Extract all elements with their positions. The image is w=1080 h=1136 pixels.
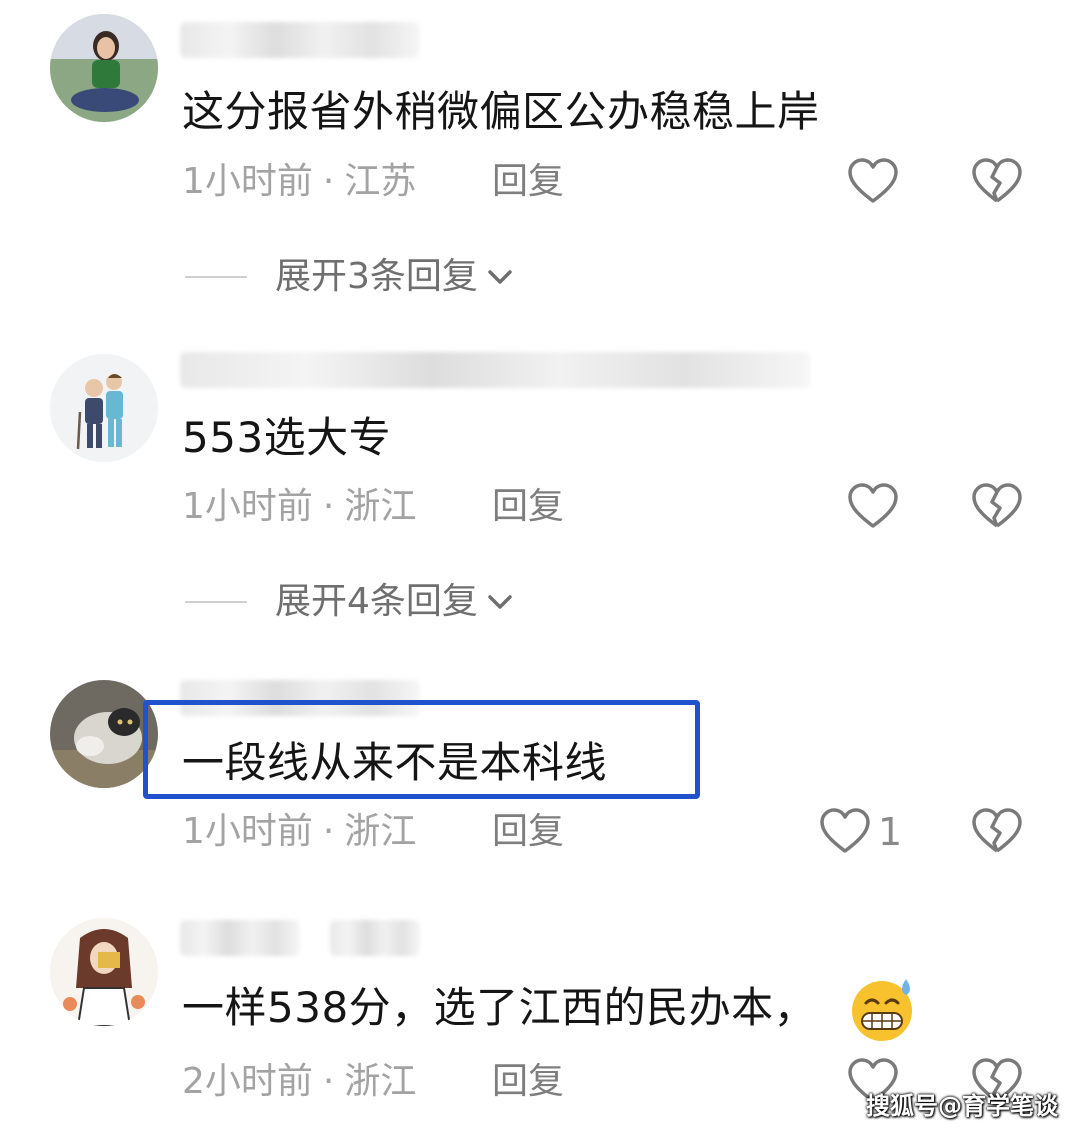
comment-location: 浙江 [344, 486, 417, 527]
avatar-image [50, 354, 158, 462]
comment-time: 1小时前 [182, 486, 313, 527]
broken-heart-icon[interactable] [970, 155, 1024, 209]
comment-location: 浙江 [344, 1061, 417, 1102]
expand-replies-label: 展开3条回复 [275, 256, 478, 297]
reply-button[interactable]: 回复 [492, 810, 564, 854]
heart-outline-icon[interactable] [846, 480, 900, 534]
avatar-image [50, 14, 158, 122]
comment-time: 2小时前 [182, 1061, 313, 1102]
expand-replies-label: 展开4条回复 [275, 581, 478, 622]
meta-separator: · [322, 1061, 335, 1102]
grimacing-sweat-emoji [852, 979, 912, 1041]
comment-location: 浙江 [344, 811, 417, 852]
comment-location: 江苏 [344, 161, 417, 202]
reply-button[interactable]: 回复 [492, 485, 564, 529]
avatar[interactable] [50, 680, 158, 788]
watermark: 搜狐号@育学笔谈 [866, 1092, 1058, 1120]
comment-text-body: 一样538分，选了江西的民办本， [182, 983, 817, 1032]
comment-meta: 1小时前 · 浙江 回复 [182, 485, 564, 529]
broken-heart-icon[interactable] [970, 480, 1024, 534]
avatar-image [50, 918, 158, 1026]
expand-replies[interactable]: 展开3条回复 [185, 255, 516, 299]
username-blurred[interactable] [180, 22, 420, 58]
heart-outline-icon[interactable] [846, 155, 900, 209]
comment-meta: 2小时前 · 浙江 回复 [182, 1060, 564, 1104]
meta-separator: · [322, 486, 335, 527]
broken-heart-icon[interactable] [970, 805, 1024, 859]
like-count: 1 [878, 810, 903, 854]
meta-separator: · [322, 811, 335, 852]
reply-button[interactable]: 回复 [492, 160, 564, 204]
highlight-box [143, 700, 700, 799]
expand-replies[interactable]: 展开4条回复 [185, 580, 516, 624]
chevron-down-icon [488, 270, 512, 284]
username-blurred[interactable] [180, 920, 300, 956]
avatar[interactable] [50, 354, 158, 462]
heart-outline-icon[interactable] [818, 805, 872, 859]
comment-text: 553选大专 [182, 413, 392, 462]
comment-text: 一样538分，选了江西的民办本， [182, 980, 816, 1036]
expand-divider [185, 601, 247, 603]
avatar-image [50, 680, 158, 788]
comment-meta: 1小时前 · 浙江 回复 [182, 810, 564, 854]
chevron-down-icon [488, 595, 512, 609]
avatar[interactable] [50, 14, 158, 122]
avatar[interactable] [50, 918, 158, 1026]
username-blurred[interactable] [180, 352, 810, 388]
meta-separator: · [322, 161, 335, 202]
expand-divider [185, 276, 247, 278]
reply-button[interactable]: 回复 [492, 1060, 564, 1104]
comment-text: 这分报省外稍微偏区公办稳稳上岸 [182, 87, 820, 136]
comment-time: 1小时前 [182, 811, 313, 852]
username-blurred[interactable] [330, 920, 420, 956]
comment-meta: 1小时前 · 江苏 回复 [182, 160, 564, 204]
comment-time: 1小时前 [182, 161, 313, 202]
